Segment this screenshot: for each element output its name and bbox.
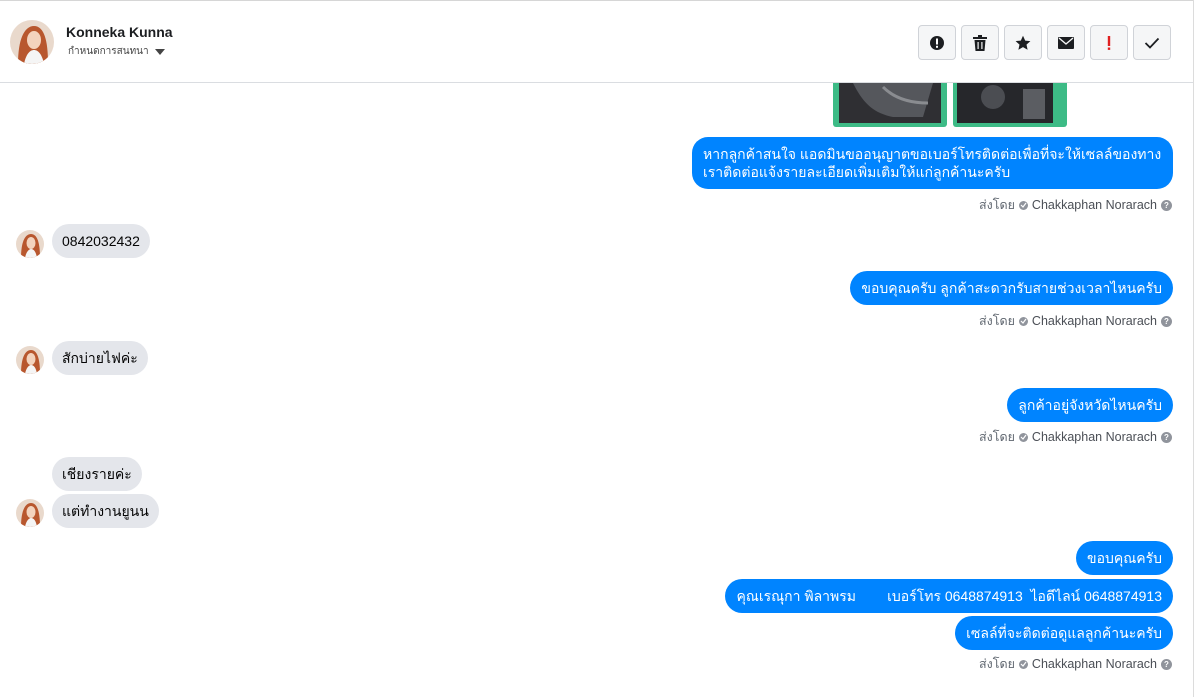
contact-name: Konneka Kunna — [66, 24, 173, 40]
incoming-message: แต่ทำงานยูนน — [52, 494, 159, 528]
contact-avatar-small[interactable] — [16, 346, 44, 374]
conversation-header: Konneka Kunna กำหนดการสนทนา — [0, 3, 1193, 83]
star-icon — [1015, 35, 1031, 50]
star-button[interactable] — [1004, 25, 1042, 60]
trash-icon — [973, 34, 987, 51]
sent-by-info: ส่งโดย Chakkaphan Norarach ? — [979, 427, 1172, 447]
incoming-message: สักบ่ายไฟค่ะ — [52, 341, 148, 375]
verified-check-icon — [1018, 432, 1028, 442]
agent-name[interactable]: Chakkaphan Norarach — [1032, 314, 1157, 328]
agent-name[interactable]: Chakkaphan Norarach — [1032, 430, 1157, 444]
assign-conversation-label: กำหนดการสนทนา — [68, 46, 149, 57]
mark-unread-button[interactable] — [1047, 25, 1085, 60]
sent-by-prefix: ส่งโดย — [979, 657, 1015, 671]
help-icon[interactable]: ? — [1161, 658, 1172, 670]
outgoing-message: หากลูกค้าสนใจ แอดมินขออนุญาตขอเบอร์โทรติ… — [692, 137, 1173, 189]
mark-done-button[interactable] — [1133, 25, 1171, 60]
exclamation-icon — [1107, 35, 1111, 50]
assign-conversation-dropdown[interactable]: กำหนดการสนทนา — [68, 44, 165, 59]
outgoing-message: ขอบคุณครับ — [1076, 541, 1173, 575]
incoming-message: เชียงรายค่ะ — [52, 457, 142, 491]
verified-check-icon — [1018, 659, 1028, 669]
contact-avatar[interactable] — [10, 20, 54, 64]
agent-name[interactable]: Chakkaphan Norarach — [1032, 657, 1157, 671]
photo-attachment-2[interactable] — [953, 83, 1067, 127]
sent-by-prefix: ส่งโดย — [979, 198, 1015, 212]
verified-check-icon — [1018, 316, 1028, 326]
alert-circle-icon — [930, 35, 944, 50]
outgoing-message: เซลล์ที่จะติดต่อดูแลลูกค้านะครับ — [955, 616, 1173, 650]
outgoing-message: ลูกค้าอยู่จังหวัดไหนครับ — [1007, 388, 1173, 422]
help-icon[interactable]: ? — [1161, 315, 1172, 327]
sent-by-info: ส่งโดย Chakkaphan Norarach ? — [979, 654, 1172, 674]
sent-by-info: ส่งโดย Chakkaphan Norarach ? — [979, 195, 1172, 215]
delete-button[interactable] — [961, 25, 999, 60]
sent-by-prefix: ส่งโดย — [979, 430, 1015, 444]
outgoing-message: ขอบคุณครับ ลูกค้าสะดวกรับสายช่วงเวลาไหนค… — [850, 271, 1173, 305]
mail-icon — [1058, 36, 1074, 49]
check-icon — [1144, 37, 1160, 49]
caret-down-icon — [154, 48, 165, 55]
incoming-message: 0842032432 — [52, 224, 150, 258]
verified-check-icon — [1018, 200, 1028, 210]
sent-by-prefix: ส่งโดย — [979, 314, 1015, 328]
mark-important-button[interactable] — [1090, 25, 1128, 60]
outgoing-message: คุณเรณุกา พิลาพรม เบอร์โทร 0648874913 ไอ… — [725, 579, 1173, 613]
help-icon[interactable]: ? — [1161, 431, 1172, 443]
contact-avatar-small[interactable] — [16, 499, 44, 527]
sent-by-info: ส่งโดย Chakkaphan Norarach ? — [979, 311, 1172, 331]
mark-spam-button[interactable] — [918, 25, 956, 60]
photo-attachment-1[interactable] — [833, 83, 947, 127]
contact-avatar-small[interactable] — [16, 230, 44, 258]
agent-name[interactable]: Chakkaphan Norarach — [1032, 198, 1157, 212]
help-icon[interactable]: ? — [1161, 199, 1172, 211]
toolbar — [918, 25, 1171, 60]
